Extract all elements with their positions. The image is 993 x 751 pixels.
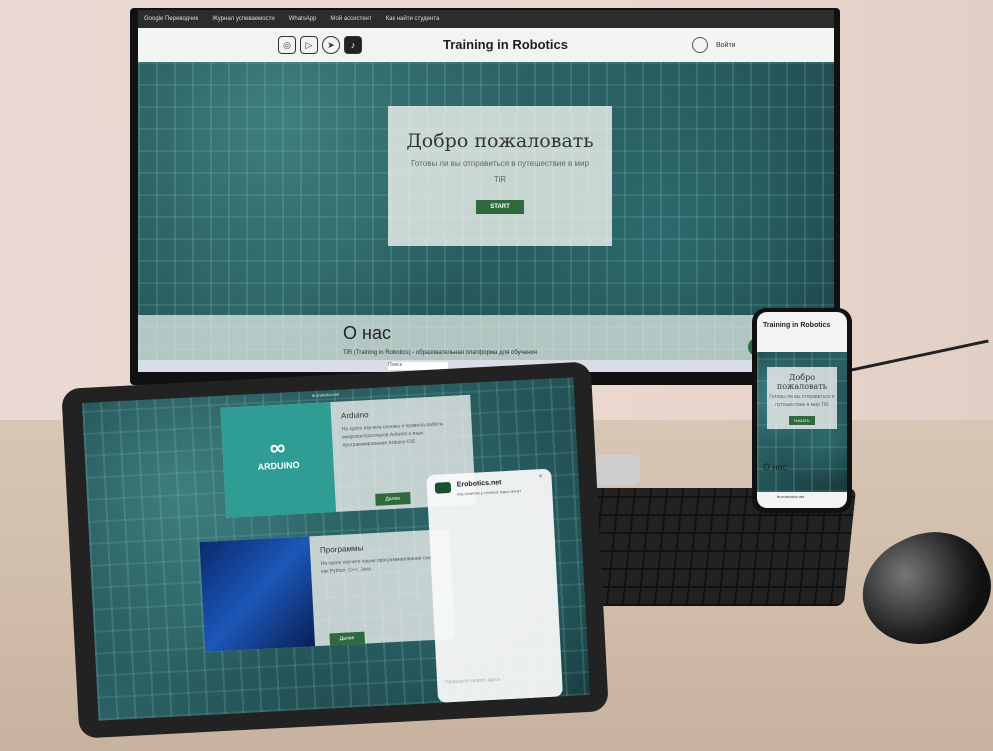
hero-heading: Добро пожаловать	[406, 130, 594, 152]
tiktok-icon[interactable]: ♪	[344, 36, 362, 54]
course-title: Arduino	[340, 410, 369, 421]
chat-title: Erobotics.net	[456, 479, 502, 489]
tablet-screen: tir.erobotics.net ∞ ARDUINO Arduino На к…	[82, 377, 590, 721]
site-title: Training in Robotics	[443, 37, 568, 52]
browser-tab[interactable]: Журнал успеваемости	[212, 16, 274, 22]
phone-hero-subtitle: Готовы ли вы отправиться в путешествие в…	[769, 394, 835, 408]
code-image	[199, 536, 316, 652]
hero-subtitle: Готовы ли вы отправиться в путешествие в…	[411, 159, 589, 184]
telegram-icon[interactable]: ➤	[322, 36, 340, 54]
chat-input[interactable]: Напишите запрос здесь	[445, 677, 501, 686]
chat-widget: Erobotics.net Мы ответим в течение пары …	[426, 468, 564, 703]
start-button[interactable]: START	[476, 200, 524, 214]
chat-subtitle: Мы ответим в течение пары минут	[457, 488, 522, 497]
instagram-icon[interactable]: ◎	[278, 36, 296, 54]
arduino-logo-image: ∞ ARDUINO	[220, 402, 337, 518]
hero-card: Добро пожаловать Готовы ли вы отправитьс…	[388, 106, 612, 246]
phone-screen: Training in Robotics Добро пожаловать Го…	[757, 312, 847, 508]
youtube-icon[interactable]: ▷	[300, 36, 318, 54]
course-description: На курсе изучите основы и правила работы…	[341, 421, 444, 449]
course-card-programs: Программы На курсе изучите языки програм…	[199, 529, 455, 652]
about-text: TiR (Training in Robotics) - образовател…	[343, 350, 538, 356]
course-next-button[interactable]: Далее	[375, 492, 411, 506]
close-icon[interactable]: ×	[538, 473, 542, 480]
phone-hero-heading: Добро пожаловать	[776, 373, 828, 391]
phone-hero-card: Добро пожаловать Готовы ли вы отправитьс…	[767, 367, 837, 429]
phone-url[interactable]: tir.erobotics.net	[777, 494, 804, 499]
account-icon[interactable]	[692, 37, 708, 53]
browser-tab[interactable]: Как найти студента	[386, 16, 440, 22]
phone-site-title: Training in Robotics	[763, 322, 831, 329]
course-description: На курсе изучите языки программирования …	[320, 554, 436, 575]
browser-tab[interactable]: Google Переводчик	[144, 16, 198, 22]
monitor-screen: Google Переводчик Журнал успеваемости Wh…	[138, 10, 834, 372]
tablet-url[interactable]: tir.erobotics.net	[312, 392, 339, 398]
course-next-button[interactable]: Далее	[329, 631, 365, 646]
chat-logo-icon	[434, 481, 452, 494]
login-link[interactable]: Войти	[716, 42, 736, 49]
phone-about-heading: О нас	[763, 462, 787, 472]
browser-tab[interactable]: WhatsApp	[289, 16, 317, 22]
about-heading: О нас	[343, 323, 391, 343]
browser-tab-bar: Google Переводчик Журнал успеваемости Wh…	[138, 10, 834, 28]
phone-start-button[interactable]: НАЧАТЬ	[789, 416, 815, 425]
browser-tab[interactable]: Мой ассистент	[330, 16, 371, 22]
course-title: Программы	[319, 543, 364, 555]
